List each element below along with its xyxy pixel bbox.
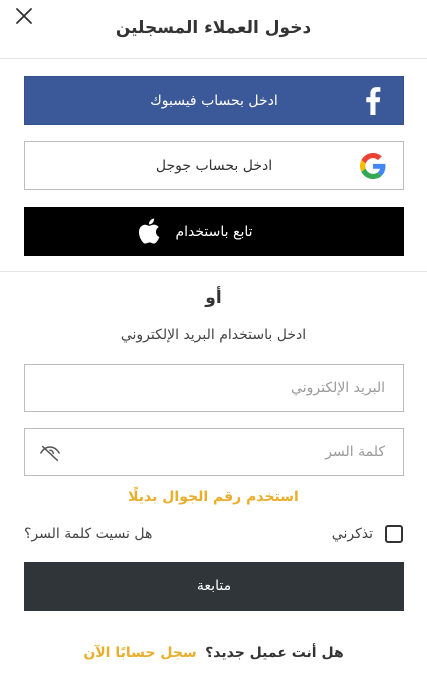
section-divider <box>0 271 427 272</box>
facebook-icon <box>366 87 381 115</box>
password-field-wrapper <box>24 428 404 476</box>
remember-me-label[interactable]: تذكرني <box>332 526 373 542</box>
continue-button[interactable]: متابعة <box>24 562 404 611</box>
apple-login-button[interactable]: تابع باستخدام <box>24 207 404 256</box>
remember-me-checkbox[interactable] <box>385 525 403 543</box>
email-field-wrapper <box>24 364 404 412</box>
email-input[interactable] <box>25 365 403 411</box>
google-login-button[interactable]: ادخل بحساب جوجل <box>24 141 404 190</box>
use-mobile-link[interactable]: استخدم رقم الجوال بديلًا <box>0 489 427 505</box>
or-separator: أو <box>205 288 222 308</box>
email-login-hint: ادخل باستخدام البريد الإلكتروني <box>120 327 307 343</box>
facebook-login-button[interactable]: ادخل بحساب فيسبوك <box>24 76 404 125</box>
signup-row: هل أنت عميل جديد؟ سجل حسابًا الآن <box>0 645 427 661</box>
google-icon <box>360 153 386 179</box>
eye-off-icon[interactable] <box>39 443 61 463</box>
page-title: دخول العملاء المسجلين <box>115 18 312 38</box>
signup-question: هل أنت عميل جديد؟ <box>205 645 344 661</box>
apple-icon <box>138 218 160 244</box>
apple-login-label: تابع باستخدام <box>175 224 253 240</box>
modal-header: دخول العملاء المسجلين <box>0 0 427 59</box>
forgot-password-link[interactable]: هل نسيت كلمة السر؟ <box>24 526 152 542</box>
facebook-login-label: ادخل بحساب فيسبوك <box>150 93 278 109</box>
google-login-label: ادخل بحساب جوجل <box>155 158 273 174</box>
signup-link[interactable]: سجل حسابًا الآن <box>83 645 196 661</box>
password-input[interactable] <box>25 429 403 475</box>
